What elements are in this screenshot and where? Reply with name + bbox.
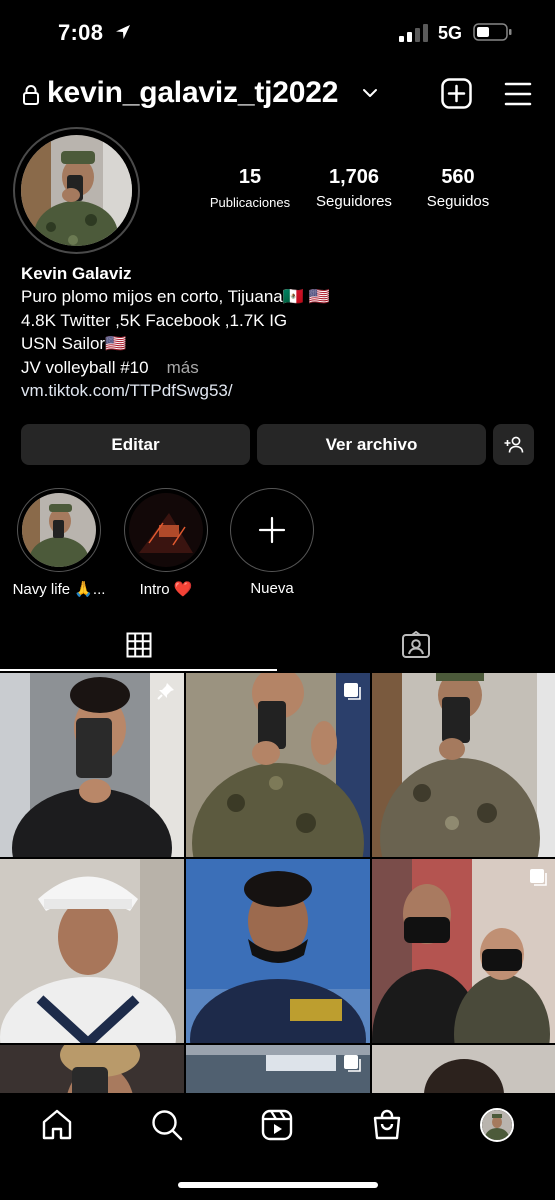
bio: Kevin Galaviz Puro plomo mijos en corto,… — [21, 262, 531, 402]
view-archive-button[interactable]: Ver archivo — [257, 424, 486, 465]
status-bar: 7:08 5G — [0, 0, 555, 66]
avatar[interactable] — [21, 135, 132, 246]
grid-post[interactable] — [372, 673, 555, 857]
grid-post[interactable] — [0, 673, 184, 857]
battery-icon — [473, 23, 512, 41]
reels-icon[interactable] — [260, 1108, 294, 1142]
location-arrow-icon — [116, 25, 130, 39]
tab-tagged[interactable] — [277, 620, 555, 670]
bio-line: USN Sailor🇺🇸 — [21, 334, 127, 354]
username-switcher[interactable]: kevin_galaviz_tj2022 — [47, 76, 338, 110]
highlight-label: Navy life 🙏... — [12, 581, 106, 598]
grid-post[interactable] — [186, 673, 370, 857]
grid-post[interactable] — [0, 859, 184, 1043]
grid-icon — [126, 632, 151, 658]
bio-more-link[interactable]: más — [167, 358, 199, 377]
stat-posts-label: Publicaciones — [209, 195, 291, 210]
shop-icon[interactable] — [370, 1108, 404, 1142]
home-icon[interactable] — [40, 1108, 74, 1142]
grid-post[interactable] — [372, 859, 555, 1043]
highlight-label: Nueva — [250, 580, 294, 597]
bio-website-link[interactable]: vm.tiktok.com/TTPdfSwg53/ — [21, 379, 531, 402]
highlight-cover — [129, 493, 203, 567]
profile-avatar[interactable] — [480, 1108, 514, 1142]
stat-following[interactable]: 560 Seguidos — [412, 166, 504, 210]
highlight-new[interactable]: Nueva — [229, 488, 315, 597]
pin-icon — [157, 683, 174, 700]
bio-line-last: JV volleyball #10 más — [21, 356, 531, 379]
highlight-cover — [22, 493, 96, 567]
chevron-down-icon[interactable] — [362, 86, 378, 100]
profile-header: kevin_galaviz_tj2022 — [0, 72, 555, 116]
menu-icon[interactable] — [504, 81, 532, 107]
profile-name: Kevin Galaviz — [21, 264, 132, 283]
highlight-ring — [124, 488, 208, 572]
highlight-intro[interactable]: Intro ❤️ — [123, 488, 209, 598]
tab-posts-grid[interactable] — [0, 620, 277, 670]
tagged-icon — [402, 631, 430, 658]
discover-people-button[interactable] — [493, 424, 534, 465]
stat-posts-count: 15 — [238, 166, 262, 188]
signal-icon — [399, 24, 428, 42]
grid-post[interactable] — [0, 1045, 184, 1093]
highlight-ring — [17, 488, 101, 572]
bio-line: Puro plomo mijos en corto, Tijuana🇲🇽 🇺🇸 — [21, 287, 330, 307]
add-person-icon — [504, 436, 523, 453]
bio-line: 4.8K Twitter ,5K Facebook ,1.7K IG — [21, 310, 288, 330]
highlight-label: Intro ❤️ — [139, 581, 193, 598]
network-type: 5G — [438, 23, 463, 43]
highlight-navy-life[interactable]: Navy life 🙏... — [13, 488, 105, 598]
highlight-ring — [230, 488, 314, 572]
grid-post[interactable] — [186, 1045, 370, 1093]
status-time: 7:08 — [58, 20, 104, 45]
grid-post[interactable] — [372, 1045, 555, 1093]
stat-followers[interactable]: 1,706 Seguidores — [304, 166, 404, 210]
multi-photo-icon — [344, 1055, 361, 1072]
stat-posts[interactable]: 15 Publicaciones — [200, 166, 300, 210]
search-icon[interactable] — [150, 1108, 184, 1142]
stat-followers-count: 1,706 — [328, 166, 380, 188]
lock-icon — [23, 85, 39, 105]
grid-post[interactable] — [186, 859, 370, 1043]
photo-grid — [0, 673, 555, 1093]
stat-following-label: Seguidos — [426, 193, 490, 210]
home-indicator — [178, 1182, 378, 1188]
stat-following-count: 560 — [441, 166, 475, 188]
stat-followers-label: Seguidores — [316, 193, 392, 210]
active-tab-indicator — [0, 669, 277, 671]
bio-line: JV volleyball #10 — [21, 357, 149, 377]
plus-icon — [258, 516, 286, 544]
multi-photo-icon — [530, 869, 547, 886]
new-post-icon[interactable] — [441, 78, 472, 109]
multi-photo-icon — [344, 683, 361, 700]
edit-profile-button[interactable]: Editar — [21, 424, 250, 465]
